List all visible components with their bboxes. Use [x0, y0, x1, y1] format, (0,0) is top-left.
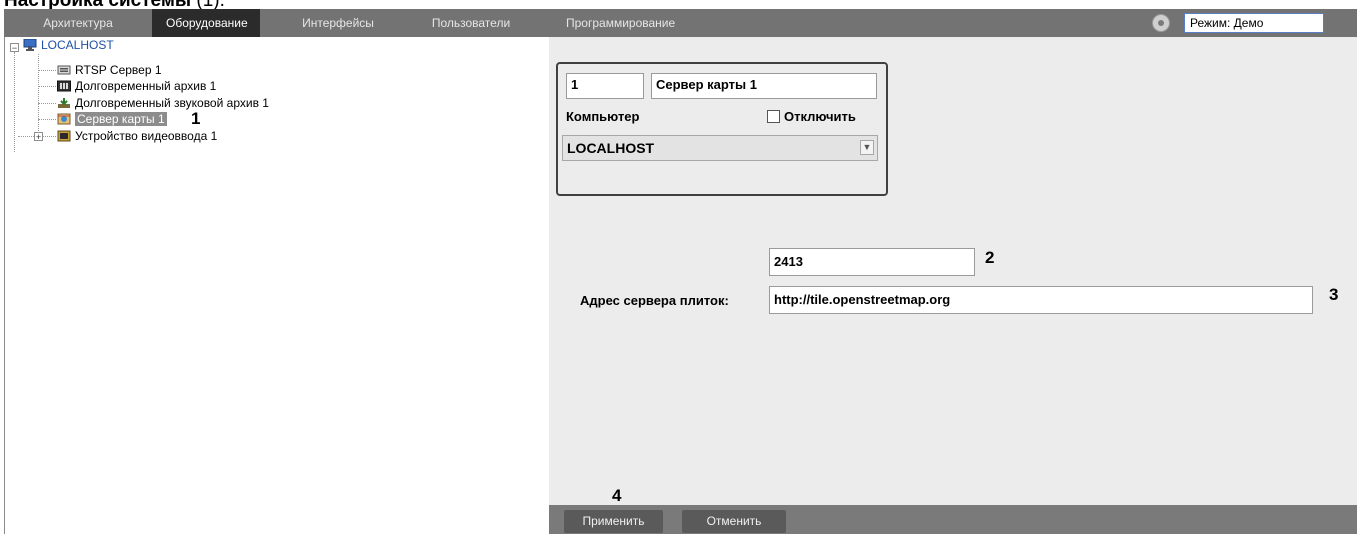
hardware-tree-panel: − LOCALHOST RTSP Сервер 1 Долговременный… [4, 37, 549, 534]
computer-select[interactable]: LOCALHOST ▼ [562, 135, 878, 161]
tile-server-label: Адрес сервера плиток: [580, 293, 729, 308]
tree-item-video-input[interactable]: Устройство видеоввода 1 [57, 128, 217, 145]
tab-users[interactable]: Пользователи [414, 9, 528, 37]
tab-equipment[interactable]: Оборудование [152, 9, 260, 37]
app-window: Архитектура Оборудование Интерфейсы Поль… [4, 9, 1357, 534]
callout-3: 3 [1329, 285, 1339, 304]
server-icon [57, 64, 71, 76]
map-server-icon [57, 113, 71, 125]
tree-item-label: RTSP Сервер 1 [75, 63, 162, 77]
computer-icon [23, 38, 37, 51]
expand-toggle-video-input[interactable]: + [34, 132, 43, 142]
main-tab-bar: Архитектура Оборудование Интерфейсы Поль… [4, 9, 1357, 37]
object-properties-group: 1 Сервер карты 1 Компьютер Отключить LOC… [556, 62, 888, 196]
computer-select-value: LOCALHOST [567, 140, 655, 156]
callout-2: 2 [985, 248, 995, 267]
tree-connector [38, 119, 56, 120]
video-input-icon [57, 130, 71, 142]
collapse-toggle-localhost[interactable]: − [10, 43, 19, 53]
tree-connector [38, 70, 56, 71]
tab-interfaces[interactable]: Интерфейсы [286, 9, 390, 37]
tree-connector [38, 54, 39, 135]
tree-item-audio-archive[interactable]: Долговременный звуковой архив 1 [57, 95, 269, 112]
disable-checkbox[interactable] [767, 110, 780, 123]
archive-icon [57, 80, 71, 92]
tree-item-label: Устройство видеоввода 1 [75, 129, 218, 143]
cancel-button[interactable]: Отменить [682, 510, 786, 533]
tree-item-rtsp-server[interactable]: RTSP Сервер 1 [57, 62, 162, 79]
object-id-field[interactable]: 1 [566, 73, 644, 99]
tab-architecture[interactable]: Архитектура [4, 9, 152, 37]
tree-item-label: Долговременный звуковой архив 1 [75, 96, 269, 110]
gear-icon[interactable] [1152, 14, 1170, 32]
tree-item-label: LOCALHOST [41, 38, 114, 52]
tree-connector [14, 52, 15, 152]
tree-item-map-server[interactable]: Сервер карты 1 [57, 111, 167, 128]
computer-label: Компьютер [566, 109, 640, 124]
callout-1: 1 [191, 109, 201, 128]
tree-item-label: Долговременный архив 1 [75, 79, 217, 93]
audio-archive-icon [57, 97, 71, 109]
tree-item-localhost[interactable]: LOCALHOST [23, 37, 114, 54]
object-name-field[interactable]: Сервер карты 1 [651, 73, 877, 99]
tree-connector [38, 86, 56, 87]
port-field[interactable]: 2413 [769, 248, 975, 276]
chevron-down-icon[interactable]: ▼ [860, 140, 874, 155]
disable-label: Отключить [784, 109, 856, 124]
mode-field[interactable]: Режим: Демо [1184, 13, 1324, 33]
tree-item-long-term-archive[interactable]: Долговременный архив 1 [57, 78, 216, 95]
action-bar: Применить Отменить [549, 505, 1357, 534]
object-settings-panel: 1 Сервер карты 1 Компьютер Отключить LOC… [549, 37, 1357, 534]
tree-item-label: Сервер карты 1 [75, 112, 167, 126]
tile-server-field[interactable]: http://tile.openstreetmap.org [769, 286, 1313, 314]
callout-4: 4 [612, 486, 622, 505]
tab-programming[interactable]: Программирование [552, 9, 682, 37]
apply-button[interactable]: Применить [564, 510, 663, 533]
tree-connector [38, 103, 56, 104]
